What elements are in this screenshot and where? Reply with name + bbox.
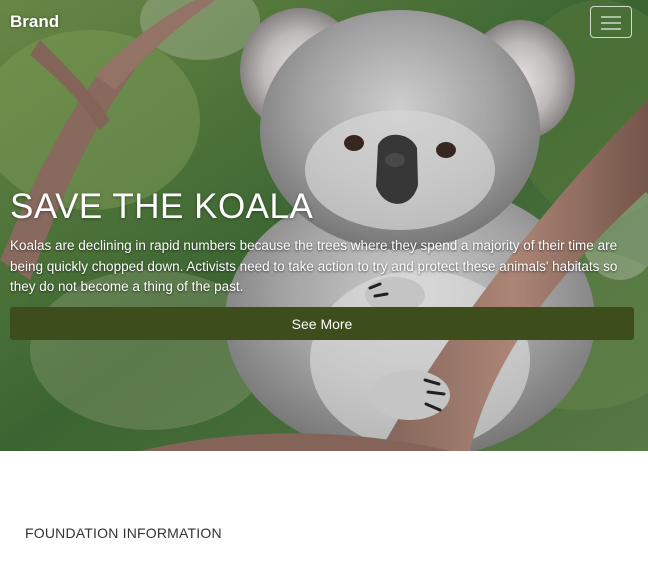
hero-content: SAVE THE KOALA Koalas are declining in r… (10, 186, 636, 298)
navbar: Brand (0, 0, 648, 46)
foundation-information-heading: FOUNDATION INFORMATION (25, 525, 222, 541)
brand-link[interactable]: Brand (10, 12, 59, 32)
see-more-button[interactable]: See More (10, 307, 634, 340)
hero-description: Koalas are declining in rapid numbers be… (10, 238, 618, 294)
hero-section: Brand SAVE THE KOALA Koalas are declinin… (0, 0, 648, 451)
navbar-toggle-button[interactable] (590, 6, 632, 38)
hero-title: SAVE THE KOALA (10, 187, 314, 226)
